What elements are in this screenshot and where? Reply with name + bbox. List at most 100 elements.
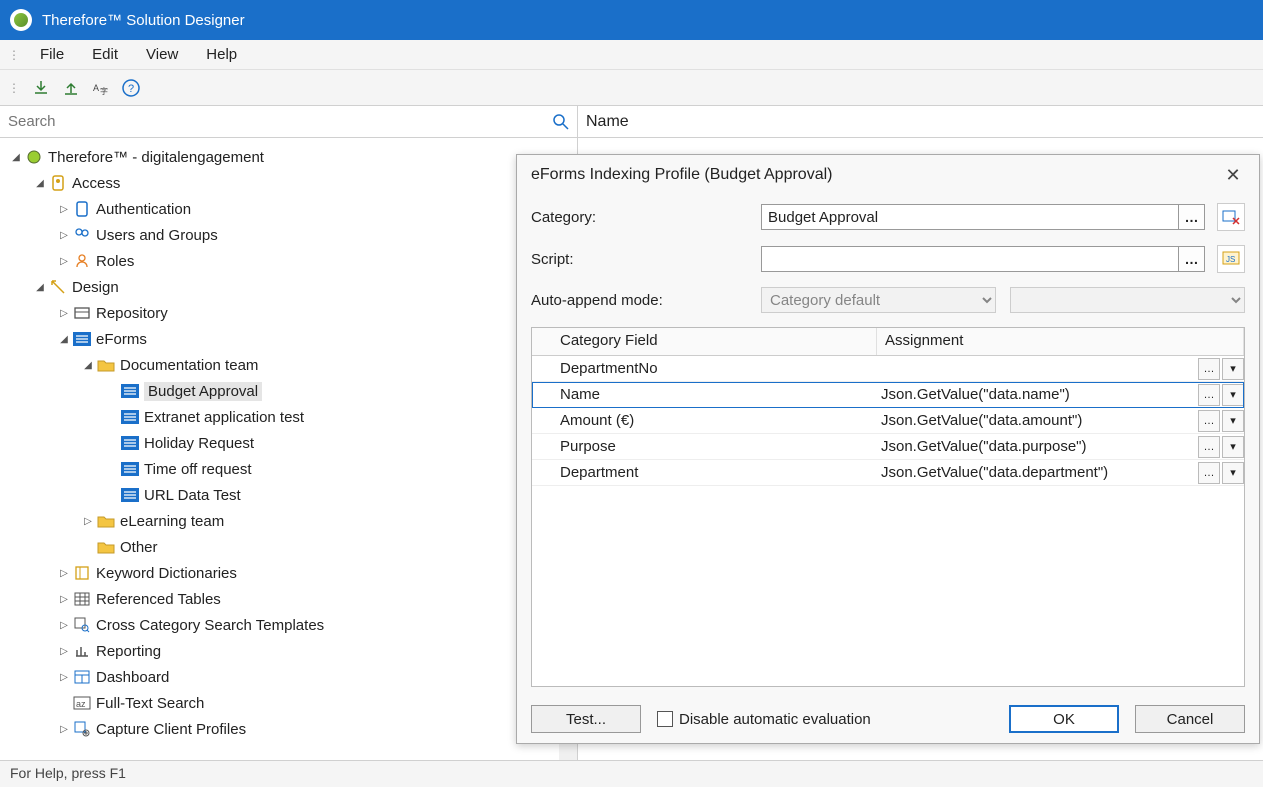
expand-icon[interactable]: ▷ (80, 516, 96, 527)
expand-icon[interactable]: ▷ (56, 256, 72, 267)
form-icon (120, 460, 140, 478)
tree-dashboard[interactable]: ▷ Dashboard (0, 664, 577, 690)
tree-authentication[interactable]: ▷ Authentication (0, 196, 577, 222)
expand-icon[interactable]: ▷ (56, 204, 72, 215)
auto-append-select-2[interactable] (1010, 287, 1245, 313)
row-browse-button[interactable]: … (1198, 358, 1220, 380)
tree-doc-team[interactable]: ◢ Documentation team (0, 352, 577, 378)
tree-users-groups[interactable]: ▷ Users and Groups (0, 222, 577, 248)
auto-append-label: Auto-append mode: (531, 292, 761, 309)
row-dropdown-button[interactable]: ▾ (1222, 384, 1244, 406)
expand-icon[interactable]: ▷ (56, 230, 72, 241)
tree-holiday[interactable]: Holiday Request (0, 430, 577, 456)
expand-icon[interactable]: ▷ (56, 308, 72, 319)
tree-other[interactable]: Other (0, 534, 577, 560)
tree-reporting[interactable]: ▷ Reporting (0, 638, 577, 664)
collapse-icon[interactable]: ◢ (32, 282, 48, 293)
row-dropdown-button[interactable]: ▾ (1222, 462, 1244, 484)
help-button[interactable]: ? (116, 73, 146, 103)
search-template-icon (72, 616, 92, 634)
tree-urldata[interactable]: URL Data Test (0, 482, 577, 508)
search-icon[interactable] (551, 112, 571, 132)
import-button[interactable] (26, 73, 56, 103)
test-button[interactable]: Test... (531, 705, 641, 733)
collapse-icon[interactable]: ◢ (56, 334, 72, 345)
svg-text:?: ? (128, 83, 134, 95)
expand-icon[interactable]: ▷ (56, 646, 72, 657)
search-input[interactable] (6, 109, 551, 134)
menu-view[interactable]: View (132, 42, 192, 67)
tree-timeoff[interactable]: Time off request (0, 456, 577, 482)
category-label: Category: (531, 209, 761, 226)
grid-header: Category Field Assignment (532, 328, 1244, 356)
tree-access[interactable]: ◢ Access (0, 170, 577, 196)
auto-append-select[interactable]: Category default (761, 287, 996, 313)
tree-fulltext[interactable]: az Full-Text Search (0, 690, 577, 716)
expand-icon[interactable]: ▷ (56, 594, 72, 605)
row-dropdown-button[interactable]: ▾ (1222, 410, 1244, 432)
tree-eforms[interactable]: ◢ eForms (0, 326, 577, 352)
tree-budget-approval[interactable]: Budget Approval (0, 378, 577, 404)
collapse-icon[interactable]: ◢ (80, 360, 96, 371)
upload-icon (62, 79, 80, 97)
translate-icon: A字 (92, 79, 110, 97)
collapse-icon[interactable]: ◢ (8, 152, 24, 163)
grid-row-departmentno[interactable]: DepartmentNo …▾ (532, 356, 1244, 382)
script-browse-button[interactable]: … (1179, 246, 1205, 272)
category-input[interactable]: Budget Approval (761, 204, 1179, 230)
menu-file[interactable]: File (26, 42, 78, 67)
close-button[interactable]: ✕ (1221, 165, 1245, 186)
cancel-button[interactable]: Cancel (1135, 705, 1245, 733)
tree-extranet[interactable]: Extranet application test (0, 404, 577, 430)
tree-root[interactable]: ◢ Therefore™ - digitalengagement (0, 144, 577, 170)
tree-roles[interactable]: ▷ Roles (0, 248, 577, 274)
assign-cell[interactable]: Json.GetValue("data.amount") (877, 412, 1196, 429)
app-logo (10, 9, 32, 31)
auto-append-row: Auto-append mode: Category default (531, 287, 1245, 313)
disable-auto-eval-checkbox[interactable]: Disable automatic evaluation (657, 711, 871, 728)
svg-text:az: az (76, 699, 86, 709)
row-browse-button[interactable]: … (1198, 436, 1220, 458)
tree-reftables[interactable]: ▷ Referenced Tables (0, 586, 577, 612)
checkbox-label: Disable automatic evaluation (679, 711, 871, 728)
script-input[interactable] (761, 246, 1179, 272)
form-icon (72, 330, 92, 348)
row-browse-button[interactable]: … (1198, 462, 1220, 484)
category-browse-button[interactable]: … (1179, 204, 1205, 230)
export-button[interactable] (56, 73, 86, 103)
menu-help[interactable]: Help (192, 42, 251, 67)
category-clear-button[interactable] (1217, 203, 1245, 231)
tree-cross[interactable]: ▷ Cross Category Search Templates (0, 612, 577, 638)
tree-keyword[interactable]: ▷ Keyword Dictionaries (0, 560, 577, 586)
expand-icon[interactable]: ▷ (56, 672, 72, 683)
row-dropdown-button[interactable]: ▾ (1222, 358, 1244, 380)
tree-capture[interactable]: ▷ Capture Client Profiles (0, 716, 577, 742)
row-browse-button[interactable]: … (1198, 384, 1220, 406)
script-icon: JS (1222, 251, 1240, 267)
chevron-down-icon[interactable]: ⌄ (567, 747, 575, 758)
collapse-icon[interactable]: ◢ (32, 178, 48, 189)
col-assignment[interactable]: Assignment (877, 328, 1244, 355)
grid-row-purpose[interactable]: Purpose Json.GetValue("data.purpose") …▾ (532, 434, 1244, 460)
expand-icon[interactable]: ▷ (56, 724, 72, 735)
translate-button[interactable]: A字 (86, 73, 116, 103)
tree-design[interactable]: ◢ Design (0, 274, 577, 300)
col-category-field[interactable]: Category Field (532, 328, 877, 355)
expand-icon[interactable]: ▷ (56, 568, 72, 579)
row-browse-button[interactable]: … (1198, 410, 1220, 432)
field-cell: Name (532, 386, 877, 403)
assign-cell[interactable]: Json.GetValue("data.department") (877, 464, 1196, 481)
row-dropdown-button[interactable]: ▾ (1222, 436, 1244, 458)
assign-cell[interactable]: Json.GetValue("data.purpose") (877, 438, 1196, 455)
ok-button[interactable]: OK (1009, 705, 1119, 733)
tree-elearning[interactable]: ▷ eLearning team (0, 508, 577, 534)
grid-row-name[interactable]: Name Json.GetValue("data.name") …▾ (532, 382, 1244, 408)
tree-repository[interactable]: ▷ Repository (0, 300, 577, 326)
grid-row-amount[interactable]: Amount (€) Json.GetValue("data.amount") … (532, 408, 1244, 434)
script-edit-button[interactable]: JS (1217, 245, 1245, 273)
grid-row-department[interactable]: Department Json.GetValue("data.departmen… (532, 460, 1244, 486)
menu-edit[interactable]: Edit (78, 42, 132, 67)
column-header-name[interactable]: Name (578, 106, 1263, 137)
expand-icon[interactable]: ▷ (56, 620, 72, 631)
assign-cell[interactable]: Json.GetValue("data.name") (877, 386, 1196, 403)
